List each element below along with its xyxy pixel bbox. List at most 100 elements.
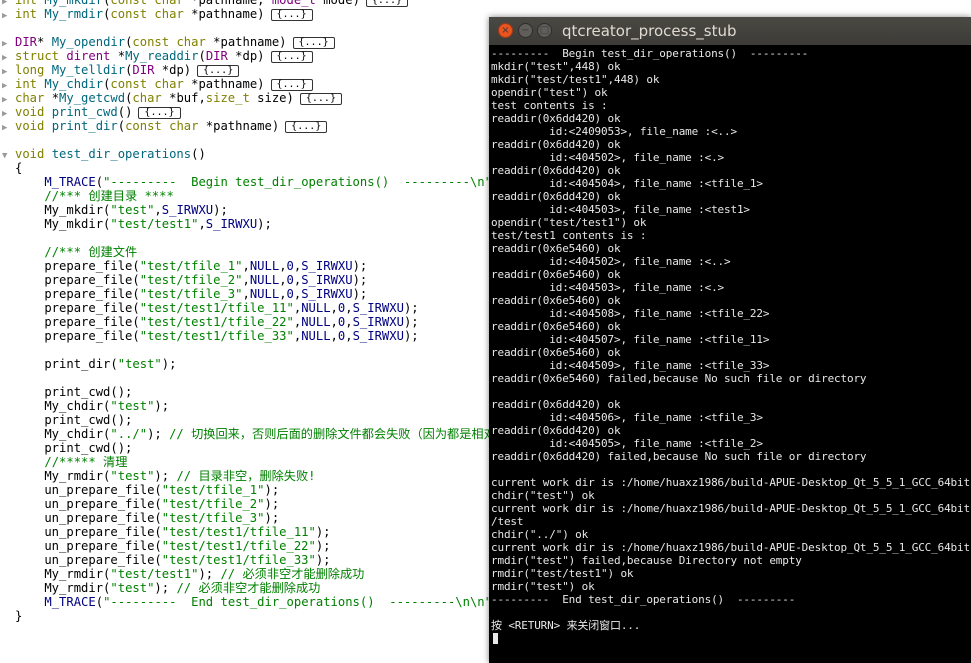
code-line[interactable]: My_mkdir("test",S_IRWXU); [0, 203, 227, 217]
code-text: M_TRACE("--------- End test_dir_operatio… [15, 595, 506, 609]
code-line[interactable]: print_dir("test"); [0, 357, 176, 371]
code-line[interactable]: ▶ DIR* My_opendir(const char *pathname) {.… [0, 35, 335, 49]
code-token: *dp) [235, 49, 265, 63]
code-token: const char [110, 77, 192, 91]
code-text: print_cwd(); [15, 413, 132, 427]
folded-block-marker[interactable]: {...} [270, 50, 313, 63]
code-text: print_dir("test"); [15, 357, 176, 371]
code-token: My_rmdir [44, 7, 104, 21]
terminal-line: opendir("test") ok [491, 86, 608, 99]
code-line[interactable] [0, 21, 15, 35]
code-token: My_getcwd [59, 91, 126, 105]
folded-block-marker[interactable]: {...} [270, 8, 313, 21]
code-line[interactable]: prepare_file("test/test1/tfile_33",NULL,… [0, 329, 418, 343]
maximize-icon[interactable]: □ [537, 23, 552, 38]
code-line[interactable]: ▶ char *My_getcwd(char *buf,size_t size){… [0, 91, 342, 105]
code-line[interactable]: print_cwd(); [0, 413, 132, 427]
code-line[interactable]: un_prepare_file("test/tfile_1"); [0, 483, 279, 497]
code-token: "test/tfile_2" [139, 273, 243, 287]
code-line[interactable]: ▼ void test_dir_operations() [0, 147, 206, 161]
folded-block-marker[interactable]: {...} [299, 92, 342, 105]
code-line[interactable]: //*** 创建文件 [0, 245, 137, 259]
folded-block-marker[interactable]: {...} [285, 120, 328, 133]
code-token: , [330, 301, 338, 315]
code-line[interactable]: ▶ int My_mkdir(const char *pathname, mode… [0, 0, 409, 7]
code-line[interactable] [0, 133, 15, 147]
terminal-line: readdir(0x6dd420) ok [491, 190, 621, 203]
code-line[interactable]: My_rmdir("test/test1"); // 必须非空才能删除成功 [0, 567, 364, 581]
code-line[interactable]: //*** 创建目录 **** [0, 189, 173, 203]
code-line[interactable]: ▶ void print_cwd() {...} [0, 105, 181, 119]
code-line[interactable]: } [0, 609, 22, 623]
code-line[interactable]: //***** 清理 [0, 455, 127, 469]
code-text: My_rmdir("test"); // 必须非空才能删除成功 [15, 581, 320, 595]
code-line[interactable]: prepare_file("test/tfile_3",NULL,0,S_IRW… [0, 287, 367, 301]
code-token: un_prepare_file( [15, 539, 162, 553]
code-line[interactable]: un_prepare_file("test/tfile_3"); [0, 511, 279, 525]
code-line[interactable]: M_TRACE("--------- Begin test_dir_operat… [0, 175, 506, 189]
code-line[interactable]: un_prepare_file("test/test1/tfile_22"); [0, 539, 330, 553]
folded-block-marker[interactable]: {...} [292, 36, 335, 49]
code-line[interactable] [0, 231, 15, 245]
code-text: My_rmdir("test"); // 目录非空，删除失败! [15, 469, 315, 483]
code-token: long [15, 63, 52, 77]
code-line[interactable]: ▶ long My_telldir(DIR *dp) {...} [0, 63, 240, 77]
code-token: , [198, 217, 206, 231]
code-token: S_IRWXU [352, 301, 404, 315]
terminal-line: --------- End test_dir_operations() ----… [491, 593, 796, 606]
code-token: ); [403, 315, 419, 329]
code-token: () [117, 105, 133, 119]
terminal-titlebar[interactable]: × − □ qtcreator_process_stub [489, 17, 971, 45]
code-token: "--------- End test_dir_operations() ---… [103, 595, 492, 609]
code-token: "test/tfile_3" [161, 511, 265, 525]
terminal-window[interactable]: × − □ qtcreator_process_stub --------- B… [489, 17, 971, 663]
code-text: int My_mkdir(const char *pathname, mode_… [15, 0, 360, 7]
code-line[interactable]: My_rmdir("test"); // 必须非空才能删除成功 [0, 581, 320, 595]
code-line[interactable]: My_mkdir("test/test1",S_IRWXU); [0, 217, 272, 231]
code-token: "test/tfile_3" [139, 287, 243, 301]
code-token: "test/test1/tfile_33" [139, 329, 294, 343]
code-token: S_IRWXU [205, 217, 258, 231]
minimize-icon[interactable]: − [518, 23, 533, 38]
code-line[interactable]: prepare_file("test/test1/tfile_22",NULL,… [0, 315, 419, 329]
folded-block-marker[interactable]: {...} [138, 106, 181, 119]
folded-block-marker[interactable]: {...} [197, 64, 240, 77]
terminal-output[interactable]: --------- Begin test_dir_operations() --… [491, 46, 971, 663]
code-text: print_cwd(); [15, 441, 132, 455]
code-line[interactable]: print_cwd(); [0, 441, 132, 455]
code-line[interactable]: My_rmdir("test"); // 目录非空，删除失败! [0, 469, 315, 483]
code-text: My_chdir("../"); // 切换回来，否则后面的删除文件都会失败（因… [15, 427, 495, 441]
code-line[interactable]: un_prepare_file("test/tfile_2"); [0, 497, 279, 511]
close-icon[interactable]: × [498, 23, 513, 38]
code-line[interactable]: un_prepare_file("test/test1/tfile_11"); [0, 525, 330, 539]
code-line[interactable]: prepare_file("test/test1/tfile_11",NULL,… [0, 301, 418, 315]
code-line[interactable]: ▶ int My_chdir(const char *pathname) {...} [0, 77, 313, 91]
code-line[interactable]: prepare_file("test/tfile_1",NULL,0,S_IRW… [0, 259, 367, 273]
code-token: void [15, 119, 52, 133]
code-token: ( [95, 595, 104, 609]
code-token: } [15, 609, 23, 623]
code-token: My_telldir [51, 63, 126, 77]
terminal-line: rmdir("test") ok [491, 580, 595, 593]
folded-block-marker[interactable]: {...} [365, 0, 409, 7]
code-line[interactable] [0, 371, 15, 385]
code-line[interactable]: ▶ void print_dir(const char *pathname) {..… [0, 119, 328, 133]
code-line[interactable]: print_cwd(); [0, 385, 132, 399]
code-line[interactable] [0, 343, 15, 357]
code-text: struct dirent *My_readdir(DIR *dp) [15, 49, 265, 63]
code-line[interactable]: ▶ int My_rmdir(const char *pathname) {...} [0, 7, 313, 21]
code-token: ); [264, 497, 280, 511]
code-line[interactable]: ▶ struct dirent *My_readdir(DIR *dp) {...} [0, 49, 313, 63]
code-line[interactable]: { [0, 161, 22, 175]
code-line[interactable]: M_TRACE("--------- End test_dir_operatio… [0, 595, 506, 609]
code-token: void [15, 147, 52, 161]
code-token: S_IRWXU [301, 259, 353, 273]
code-line[interactable]: un_prepare_file("test/test1/tfile_33"); [0, 553, 330, 567]
code-line[interactable]: My_chdir("test"); [0, 399, 169, 413]
code-line[interactable]: prepare_file("test/tfile_2",NULL,0,S_IRW… [0, 273, 367, 287]
code-line[interactable]: My_chdir("../"); // 切换回来，否则后面的删除文件都会失败（因… [0, 427, 495, 441]
code-token: My_readdir [125, 49, 199, 63]
code-token: un_prepare_file( [15, 511, 162, 525]
folded-block-marker[interactable]: {...} [270, 78, 313, 91]
